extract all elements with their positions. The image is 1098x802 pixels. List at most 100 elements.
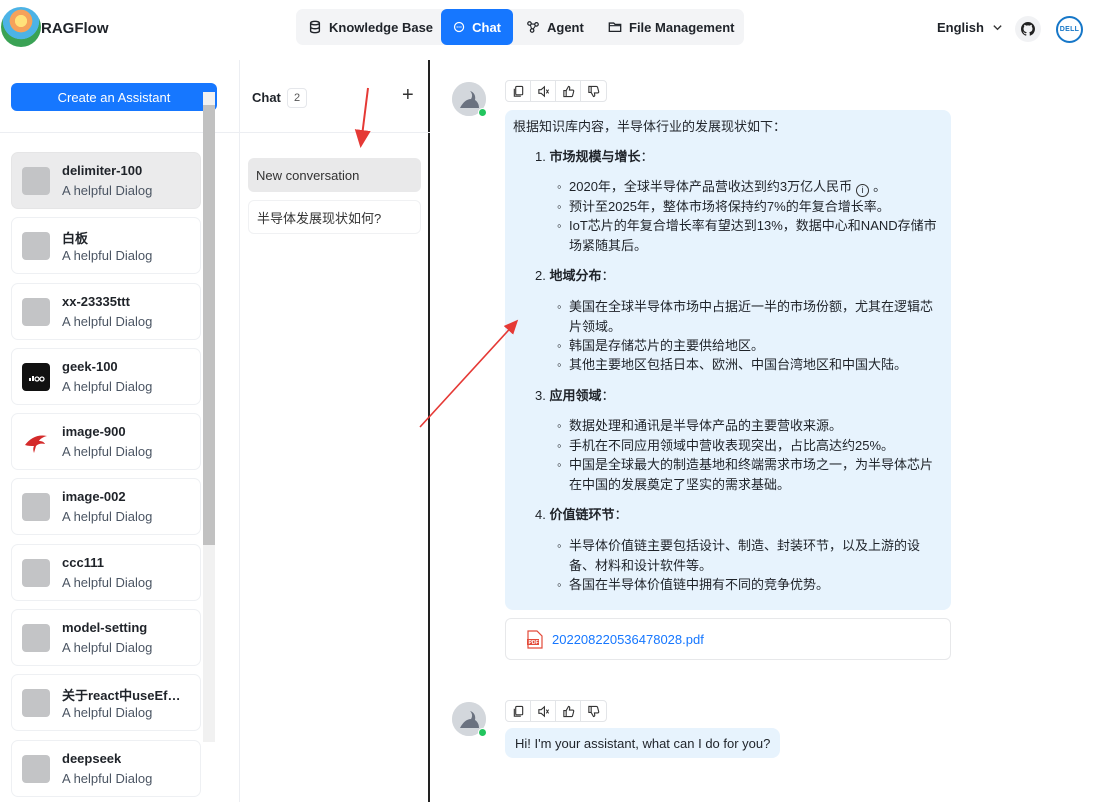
bullet-item: 数据处理和通讯是半导体产品的主要营收来源。 <box>557 416 941 436</box>
section-title: 2. 地域分布： <box>535 266 615 286</box>
message-toolbar <box>505 700 607 722</box>
assistant-desc: A helpful Dialog <box>62 313 153 329</box>
user-avatar[interactable]: DELL <box>1056 16 1083 43</box>
chat-bubble-icon <box>453 21 465 33</box>
conversation-column: Chat 2 + New conversation 半导体发展现状如何? <box>240 60 430 802</box>
assistant-name: image-900 <box>62 424 126 440</box>
assistant-name: image-002 <box>62 489 126 505</box>
assistant-avatar <box>22 297 50 326</box>
pdf-badge-text: PDF <box>529 639 539 645</box>
assistant-avatar <box>22 167 50 195</box>
section-number: 2. <box>535 268 546 283</box>
assistant-message-bubble: 根据知识库内容，半导体行业的发展现状如下： 1. 市场规模与增长： 2020年，… <box>505 110 951 610</box>
bullet-item: 韩国是存储芯片的主要供给地区。 <box>557 336 941 356</box>
assistant-card[interactable]: model-setting A helpful Dialog <box>11 609 201 667</box>
assistant-name: 白板 <box>62 231 89 247</box>
nav-knowledge-base[interactable]: Knowledge Base <box>308 9 433 45</box>
bullet-item: 手机在不同应用领域中营收表现突出，占比高达约25%。 <box>557 436 941 456</box>
section-heading: 地域分布 <box>549 268 602 283</box>
assistant-card[interactable]: 白板 A helpful Dialog <box>11 217 201 275</box>
assistant-desc: A helpful Dialog <box>62 183 153 198</box>
thumbs-up-icon[interactable] <box>556 701 581 721</box>
speaker-icon[interactable] <box>531 701 556 721</box>
ragflow-logo <box>1 7 41 47</box>
copy-icon[interactable] <box>506 81 531 101</box>
nav-file-management[interactable]: File Management <box>608 9 734 45</box>
database-icon <box>309 20 321 34</box>
pdf-filename-link[interactable]: 202208220536478028.pdf <box>552 632 704 647</box>
section-title: 4. 价值链环节： <box>535 505 628 525</box>
github-link[interactable] <box>1015 16 1041 42</box>
assistant-avatar <box>22 493 50 522</box>
nav-label: File Management <box>629 19 735 35</box>
geek-logo-avatar <box>22 362 50 391</box>
bullet-item: 其他主要地区包括日本、欧洲、中国台湾地区和中国大陆。 <box>557 355 941 375</box>
new-conversation-plus-icon[interactable]: + <box>402 85 414 105</box>
assistant-card[interactable]: delimiter-100 A helpful Dialog <box>11 152 201 209</box>
chat-title: Chat <box>252 90 281 105</box>
assistant-name: model-setting <box>62 620 148 636</box>
assistant-card[interactable]: deepseek A helpful Dialog <box>11 739 201 797</box>
section-heading: 市场规模与增长 <box>549 149 641 164</box>
conversation-item[interactable]: 半导体发展现状如何? <box>248 200 421 234</box>
assistant-greeting-bubble: Hi! I'm your assistant, what can I do fo… <box>505 728 781 758</box>
bullet-text: 2020年，全球半导体产品营收达到约3万亿人民币 <box>569 179 853 194</box>
conversation-item[interactable]: New conversation <box>248 158 421 192</box>
section-title: 3. 应用领域： <box>535 386 615 406</box>
pdf-attachment[interactable]: PDF 202208220536478028.pdf <box>505 618 951 660</box>
assistant-desc: A helpful Dialog <box>62 705 153 721</box>
section-heading: 价值链环节 <box>549 507 615 522</box>
assistant-desc: A helpful Dialog <box>62 509 153 525</box>
assistant-desc: A helpful Dialog <box>62 378 153 394</box>
nav-label: Chat <box>472 19 501 35</box>
main-nav: Knowledge Base Chat Agent File Managemen… <box>296 9 744 45</box>
thumbs-up-icon[interactable] <box>556 81 581 101</box>
assistant-avatar <box>22 232 50 261</box>
assistant-card[interactable]: ccc111 A helpful Dialog <box>11 543 201 601</box>
github-icon <box>1021 22 1035 36</box>
assistant-card[interactable]: 关于react中useEf… A helpful Dialog <box>11 674 201 732</box>
thumbs-down-icon[interactable] <box>581 701 606 721</box>
assistant-card[interactable]: image-900 A helpful Dialog <box>11 413 201 471</box>
assistant-card[interactable]: xx-23335ttt A helpful Dialog <box>11 282 201 340</box>
chevron-down-icon <box>993 25 1002 31</box>
section-title: 1. 市场规模与增长： <box>535 147 654 167</box>
online-status-dot <box>478 728 487 737</box>
assistant-desc: A helpful Dialog <box>62 770 153 786</box>
create-assistant-button[interactable]: Create an Assistant <box>11 83 217 111</box>
info-icon[interactable]: i <box>856 184 870 198</box>
sidebar-scrollbar-thumb[interactable] <box>203 105 215 545</box>
assistant-desc: A helpful Dialog <box>62 444 153 460</box>
assistant-list: delimiter-100 A helpful Dialog 白板 A help… <box>11 152 201 802</box>
assistant-card[interactable]: geek-100 A helpful Dialog <box>11 347 201 405</box>
section-number: 1. <box>535 149 546 164</box>
assistant-name: ccc111 <box>62 554 104 570</box>
bullet-item: 预计至2025年，整体市场将保持约7%的年复合增长率。 <box>557 197 941 217</box>
nav-agent[interactable]: Agent <box>526 9 584 45</box>
speaker-icon[interactable] <box>531 81 556 101</box>
section-colon: ： <box>640 149 654 164</box>
assistant-desc: A helpful Dialog <box>62 248 153 264</box>
bullet-item: 美国在全球半导体市场中占据近一半的市场份额，尤其在逻辑芯片领域。 <box>557 297 941 336</box>
assistant-card[interactable]: image-002 A helpful Dialog <box>11 478 201 536</box>
assistant-desc: A helpful Dialog <box>62 574 153 590</box>
section-heading: 应用领域 <box>549 388 602 403</box>
agent-graph-icon <box>527 21 539 33</box>
language-selector[interactable]: English <box>937 20 1003 35</box>
divider <box>240 132 430 133</box>
bullet-item: 各国在半导体价值链中拥有不同的竞争优势。 <box>557 575 941 595</box>
nav-label: Knowledge Base <box>329 19 434 35</box>
thumbs-down-icon[interactable] <box>581 81 606 101</box>
assistant-avatar <box>22 624 50 653</box>
bullet-item: 2020年，全球半导体产品营收达到约3万亿人民币i。 <box>557 177 941 198</box>
assistant-avatar <box>22 558 50 587</box>
section-number: 3. <box>535 388 546 403</box>
bullet-item: 中国是全球最大的制造基地和终端需求市场之一，为半导体芯片在中国的发展奠定了坚实的… <box>557 455 941 494</box>
section-number: 4. <box>535 507 546 522</box>
section-colon: ： <box>614 507 628 522</box>
message-toolbar <box>505 80 607 102</box>
copy-icon[interactable] <box>506 701 531 721</box>
nav-chat[interactable]: Chat <box>441 9 513 45</box>
assistant-avatar <box>22 689 50 718</box>
app-title: RAGFlow <box>41 20 109 37</box>
